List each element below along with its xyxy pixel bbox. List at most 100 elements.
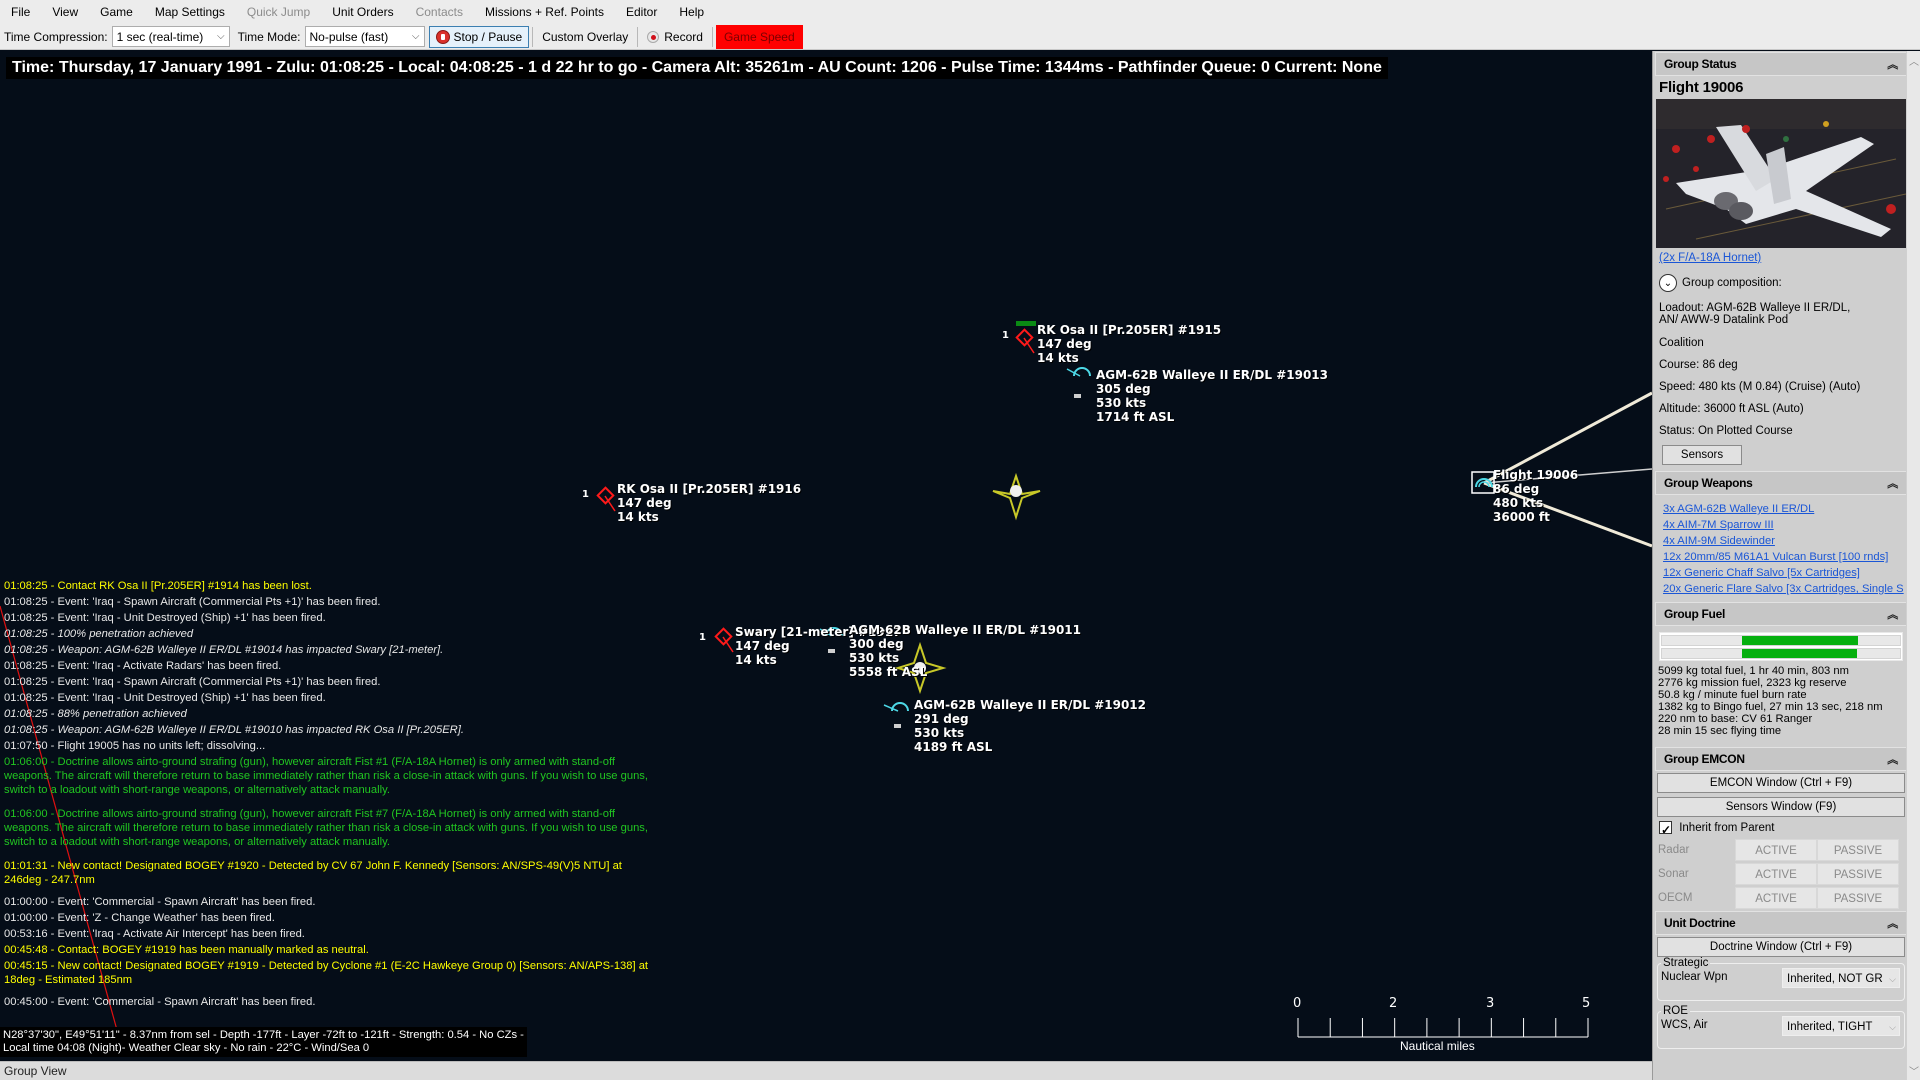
- wcs-air-select[interactable]: Inherited, TIGHT ⌵: [1782, 1016, 1900, 1036]
- menu-file[interactable]: File: [0, 0, 41, 24]
- menu-bar: File View Game Map Settings Quick Jump U…: [0, 0, 1920, 24]
- scroll-down-icon[interactable]: ﹀: [1907, 1063, 1920, 1078]
- group-status-header[interactable]: Group Status ︽: [1655, 52, 1907, 76]
- log-message: 00:45:15 - New contact! Designated BOGEY…: [4, 960, 649, 986]
- menu-view[interactable]: View: [41, 0, 89, 24]
- emcon-passive-button[interactable]: PASSIVE: [1817, 839, 1899, 861]
- unit-count: 1: [582, 489, 589, 500]
- collapse-icon[interactable]: ︽: [1887, 751, 1898, 767]
- group-weapons-header[interactable]: Group Weapons ︽: [1655, 471, 1907, 495]
- unit-label-walleye-19013[interactable]: AGM-62B Walleye II ER/DL #19013 305 deg …: [1096, 368, 1328, 424]
- expand-icon[interactable]: ⌄: [1659, 274, 1677, 292]
- stop-pause-label: Stop / Pause: [453, 29, 523, 44]
- altitude-text: Altitude: 36000 ft ASL (Auto): [1659, 403, 1804, 415]
- inherit-checkbox[interactable]: [1659, 819, 1672, 841]
- log-message: 01:08:25 - Event: 'Iraq - Unit Destroyed…: [4, 612, 326, 624]
- course-text: Course: 86 deg: [1659, 359, 1738, 371]
- unit-doctrine-header[interactable]: Unit Doctrine ︽: [1655, 911, 1907, 935]
- unit-label-walleye-19012[interactable]: AGM-62B Walleye II ER/DL #19012 291 deg …: [914, 698, 1146, 754]
- scale-unit: Nautical miles: [1400, 1039, 1475, 1053]
- unit-speed: 14 kts: [1037, 351, 1079, 365]
- collapse-icon[interactable]: ︽: [1887, 56, 1898, 72]
- friendly-aircraft-icon[interactable]: [1471, 471, 1495, 494]
- inherit-row[interactable]: Inherit from Parent: [1655, 817, 1907, 841]
- stop-pause-button[interactable]: Stop / Pause: [428, 25, 530, 48]
- fuel-line: 28 min 15 sec flying time: [1658, 725, 1782, 737]
- group-view-label[interactable]: Group View: [4, 1064, 66, 1078]
- weapon-link[interactable]: 4x AIM-9M Sidewinder: [1655, 533, 1907, 549]
- hostile-ship-icon[interactable]: [596, 486, 616, 512]
- menu-help[interactable]: Help: [668, 0, 715, 24]
- group-emcon-header[interactable]: Group EMCON ︽: [1655, 747, 1907, 771]
- composition-link[interactable]: (2x F/A-18A Hornet): [1659, 252, 1761, 264]
- log-message: 01:00:00 - Event: 'Commercial - Spawn Ai…: [4, 896, 316, 908]
- group-composition-row[interactable]: ⌄ Group composition:: [1655, 268, 1907, 298]
- hostile-ship-icon[interactable]: [714, 627, 734, 653]
- nuclear-select[interactable]: Inherited, NOT GR ⌵: [1782, 968, 1900, 988]
- section-title: Group EMCON: [1664, 752, 1745, 766]
- record-button[interactable]: Record: [641, 26, 709, 48]
- emcon-active-button[interactable]: ACTIVE: [1735, 887, 1817, 909]
- emcon-active-button[interactable]: ACTIVE: [1735, 839, 1817, 861]
- unit-label-osa-1915[interactable]: RK Osa II [Pr.205ER] #1915 147 deg 14 kt…: [1037, 323, 1221, 365]
- log-message: 01:08:25 - Weapon: AGM-62B Walleye II ER…: [4, 644, 444, 656]
- custom-overlay-button[interactable]: Custom Overlay: [536, 26, 634, 48]
- cursor-info: N28°37'30", E49°51'11" - 8.37nm from sel…: [0, 1027, 527, 1057]
- weapon-icon[interactable]: [1066, 367, 1091, 398]
- game-speed-button[interactable]: Game Speed: [715, 24, 803, 49]
- record-icon: [647, 30, 660, 43]
- collapse-icon[interactable]: ︽: [1887, 915, 1898, 931]
- panel-scrollbar[interactable]: ︿ ﹀: [1906, 51, 1920, 1080]
- emcon-label: Radar: [1658, 844, 1690, 856]
- tactical-map[interactable]: Time: Thursday, 17 January 1991 - Zulu: …: [0, 51, 1652, 1061]
- groupbox-title: ROE: [1661, 1005, 1690, 1017]
- menu-unit-orders[interactable]: Unit Orders: [321, 0, 404, 24]
- menu-contacts[interactable]: Contacts: [405, 0, 474, 24]
- menu-map-settings[interactable]: Map Settings: [144, 0, 236, 24]
- toolbar: Time Compression: 1 sec (real-time) ⌵ Ti…: [0, 24, 1920, 50]
- scroll-up-icon[interactable]: ︿: [1907, 53, 1920, 68]
- weapon-link[interactable]: 20x Generic Flare Salvo [3x Cartridges, …: [1655, 581, 1907, 597]
- custom-overlay-label: Custom Overlay: [542, 29, 629, 44]
- unit-course: 147 deg: [617, 496, 672, 510]
- time-mode-select[interactable]: No-pulse (fast) ⌵: [304, 26, 425, 47]
- weapon-link[interactable]: 3x AGM-62B Walleye II ER/DL: [1655, 501, 1907, 517]
- group-fuel-header[interactable]: Group Fuel ︽: [1655, 602, 1907, 626]
- sensors-button[interactable]: Sensors: [1662, 445, 1742, 465]
- emcon-passive-button[interactable]: PASSIVE: [1817, 863, 1899, 885]
- hostile-ship-icon[interactable]: [1015, 328, 1035, 354]
- emcon-label: OECM: [1658, 892, 1693, 904]
- weapon-link[interactable]: 12x Generic Chaff Salvo [5x Cartridges]: [1655, 565, 1907, 581]
- unit-label-walleye-19011[interactable]: AGM-62B Walleye II ER/DL #19011 300 deg …: [849, 623, 1081, 679]
- menu-editor[interactable]: Editor: [615, 0, 668, 24]
- menu-game[interactable]: Game: [89, 0, 144, 24]
- log-message: 01:08:25 - Weapon: AGM-62B Walleye II ER…: [4, 724, 464, 736]
- section-title: Group Status: [1664, 57, 1737, 71]
- game-speed-label: Game Speed: [723, 29, 795, 44]
- fuel-bar: [1661, 648, 1901, 659]
- emcon-active-button[interactable]: ACTIVE: [1735, 863, 1817, 885]
- unit-label-osa-1916[interactable]: RK Osa II [Pr.205ER] #1916 147 deg 14 kt…: [617, 482, 801, 524]
- menu-missions[interactable]: Missions + Ref. Points: [474, 0, 615, 24]
- collapse-icon[interactable]: ︽: [1887, 475, 1898, 491]
- side-text: Coalition: [1659, 337, 1704, 349]
- menu-quick-jump[interactable]: Quick Jump: [236, 0, 321, 24]
- wcs-air-label: WCS, Air: [1661, 1019, 1708, 1031]
- footer-bar: Group View: [0, 1061, 1652, 1080]
- unit-label-flight-19006[interactable]: Flight 19006 86 deg 480 kts 36000 ft: [1493, 468, 1578, 524]
- fuel-line: 220 nm to base: CV 61 Ranger: [1658, 713, 1813, 725]
- collapse-icon[interactable]: ︽: [1887, 606, 1898, 622]
- time-compression-select[interactable]: 1 sec (real-time) ⌵: [111, 26, 230, 47]
- inherit-label: Inherit from Parent: [1679, 822, 1775, 834]
- emcon-table: Radar ACTIVE PASSIVE Sonar ACTIVE PASSIV…: [1655, 839, 1907, 909]
- weapon-link[interactable]: 12x 20mm/85 M61A1 Vulcan Burst [100 rnds…: [1655, 549, 1907, 565]
- sensors-window-button[interactable]: Sensors Window (F9): [1657, 797, 1905, 817]
- weapon-icon[interactable]: [883, 702, 909, 728]
- emcon-passive-button[interactable]: PASSIVE: [1817, 887, 1899, 909]
- nuclear-label: Nuclear Wpn: [1661, 971, 1728, 983]
- doctrine-window-button[interactable]: Doctrine Window (Ctrl + F9): [1657, 937, 1905, 957]
- unit-name: AGM-62B Walleye II ER/DL #19011: [849, 623, 1082, 637]
- weapon-link[interactable]: 4x AIM-7M Sparrow III: [1655, 517, 1907, 533]
- emcon-window-button[interactable]: EMCON Window (Ctrl + F9): [1657, 773, 1905, 793]
- reference-point-icon[interactable]: [992, 472, 1041, 521]
